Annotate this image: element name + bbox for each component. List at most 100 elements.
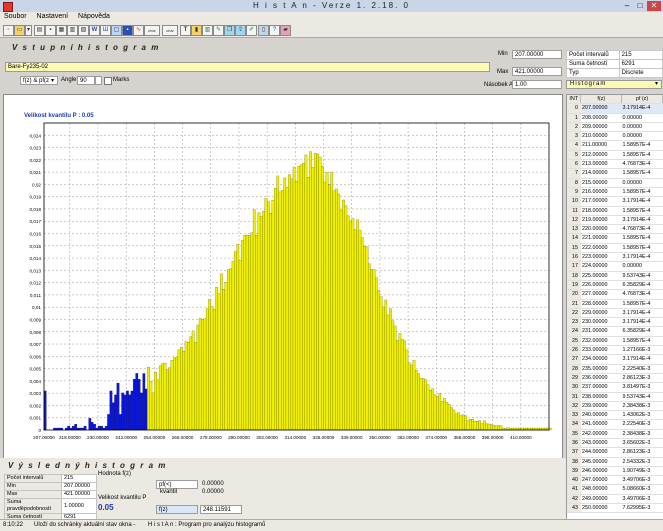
histogram-bar bbox=[236, 244, 240, 431]
menu-nastaveni[interactable]: Nastavení bbox=[33, 12, 73, 20]
eraser-icon[interactable]: ▰ bbox=[280, 25, 291, 36]
histogram-bar bbox=[424, 379, 428, 431]
y-tick-label: 0,015 bbox=[30, 244, 42, 249]
histogram-select[interactable]: Histogram ▾ bbox=[566, 80, 662, 89]
table-row[interactable]: 1 208.00000 0.00000 bbox=[567, 113, 663, 123]
w-icon[interactable]: W bbox=[89, 25, 100, 36]
table-row[interactable]: 34 241.00000 2.22540E-3 bbox=[567, 419, 663, 430]
chevron-down-icon[interactable]: ▾ bbox=[51, 77, 54, 84]
bar-chart-icon[interactable]: ▥ bbox=[67, 25, 78, 36]
table-row[interactable]: 23 230.00000 3.17914E-4 bbox=[567, 317, 663, 328]
table-row[interactable]: 36 243.00000 3.65602E-3 bbox=[567, 438, 663, 449]
bars-icon[interactable]: ▥ bbox=[202, 25, 213, 36]
table-row[interactable]: 6 213.00000 4.76873E-4 bbox=[567, 159, 663, 170]
nasobek-input[interactable]: 1.00 bbox=[512, 80, 562, 89]
histogram-bar bbox=[281, 190, 284, 431]
window-icon[interactable]: ▢ bbox=[111, 25, 122, 36]
angle-stepper[interactable] bbox=[95, 76, 102, 85]
table-row[interactable]: 22 229.00000 3.17914E-4 bbox=[567, 308, 663, 319]
table-row[interactable]: 24 231.00000 6.35829E-4 bbox=[567, 326, 663, 337]
fz-cell: 213.00000 bbox=[580, 159, 622, 170]
histogram-bar bbox=[316, 153, 319, 431]
table-row[interactable]: 2 209.00000 0.00000 bbox=[567, 122, 663, 133]
table-icon[interactable]: ▧ bbox=[78, 25, 89, 36]
table-row[interactable]: 9 216.00000 1.58957E-4 bbox=[567, 187, 663, 198]
kvantil-value[interactable]: 0.05 bbox=[98, 503, 114, 512]
table-row[interactable]: 35 242.00000 2.38438E-3 bbox=[567, 429, 663, 440]
text-icon[interactable]: T bbox=[180, 25, 191, 36]
table-row[interactable]: 43 250.00000 7.62995E-3 bbox=[567, 503, 663, 514]
table-row[interactable]: 4 211.00000 1.58957E-4 bbox=[567, 140, 663, 151]
copy-icon[interactable]: ❐ bbox=[224, 25, 235, 36]
char2-icon[interactable]: char bbox=[162, 25, 178, 36]
dropdown-icon[interactable]: ▾ bbox=[25, 25, 32, 36]
table-row[interactable]: 3 210.00000 0.00000 bbox=[567, 131, 663, 142]
table-row[interactable]: 19 226.00000 6.35829E-4 bbox=[567, 280, 663, 291]
histogram-bar bbox=[297, 166, 301, 431]
int-cell: 37 bbox=[567, 447, 581, 458]
table-row[interactable]: 25 232.00000 1.58957E-4 bbox=[567, 336, 663, 347]
curve-icon[interactable]: ∿ bbox=[133, 25, 144, 36]
col-fz-header: f(z) bbox=[580, 95, 623, 105]
table-row[interactable]: 38 245.00000 2.54332E-3 bbox=[567, 457, 663, 467]
frequency-icon[interactable]: Ш bbox=[100, 25, 111, 36]
table-row[interactable]: 18 225.00000 9.53743E-4 bbox=[567, 271, 663, 281]
histogram-bar bbox=[264, 198, 268, 431]
brush-icon[interactable]: ✎ bbox=[213, 25, 224, 36]
table-row[interactable]: 17 224.00000 0.00000 bbox=[567, 261, 663, 272]
table-row[interactable]: 28 235.00000 2.22540E-3 bbox=[567, 364, 663, 374]
paint-icon[interactable]: ✐ bbox=[246, 25, 257, 36]
chevron-down-icon[interactable]: ▾ bbox=[655, 81, 659, 88]
palette-icon[interactable]: ▮ bbox=[191, 25, 202, 36]
grid-icon[interactable]: ▦ bbox=[56, 25, 67, 36]
dataset-name-field[interactable]: Bare-Fy235-02 bbox=[5, 62, 490, 72]
table-row[interactable]: 14 221.00000 1.58957E-4 bbox=[567, 233, 663, 244]
table-row[interactable]: 39 246.00000 1.90749E-3 bbox=[567, 466, 663, 477]
table-row[interactable]: 5 212.00000 1.58957E-4 bbox=[567, 150, 663, 161]
marks-checkbox[interactable] bbox=[104, 77, 112, 85]
table-row[interactable]: 26 233.00000 1.27166E-3 bbox=[567, 345, 663, 356]
table-row[interactable]: 13 220.00000 4.76873E-4 bbox=[567, 224, 663, 235]
int-cell: 19 bbox=[567, 280, 581, 291]
table-row[interactable]: 7 214.00000 1.58957E-4 bbox=[567, 168, 663, 179]
save-disk-icon[interactable]: ▪ bbox=[122, 25, 133, 36]
table-row[interactable]: 16 223.00000 3.17914E-4 bbox=[567, 252, 663, 263]
table-row[interactable]: 8 215.00000 0.00000 bbox=[567, 178, 663, 188]
angle-input[interactable]: 90 bbox=[77, 76, 95, 85]
table-row[interactable]: 31 238.00000 9.53743E-4 bbox=[567, 392, 663, 402]
histogram-bar bbox=[485, 423, 489, 431]
table-row[interactable]: 27 234.00000 3.17914E-4 bbox=[567, 354, 663, 365]
table-row[interactable]: 33 240.00000 1.43062E-3 bbox=[567, 410, 663, 421]
book-icon[interactable]: ▯ bbox=[258, 25, 269, 36]
table-row[interactable]: 21 228.00000 1.58957E-4 bbox=[567, 299, 663, 309]
table-row[interactable]: 0 207.00000 3.17914E-4 bbox=[567, 103, 663, 114]
close-icon[interactable]: ✕ bbox=[647, 1, 661, 11]
table-row[interactable]: 12 219.00000 3.17914E-4 bbox=[567, 215, 663, 226]
new-file-icon[interactable]: ▫ bbox=[3, 25, 14, 36]
minimize-icon[interactable]: – bbox=[621, 1, 633, 11]
print-icon[interactable]: ▤ bbox=[34, 25, 45, 36]
table-row[interactable]: 42 249.00000 3.49706E-3 bbox=[567, 494, 663, 505]
menu-napoveda[interactable]: Nápověda bbox=[74, 12, 114, 20]
maximize-icon[interactable]: □ bbox=[634, 1, 646, 11]
table-row[interactable]: 40 247.00000 3.49706E-3 bbox=[567, 475, 663, 486]
char-icon[interactable]: char bbox=[144, 25, 160, 36]
pfz-cell: 1.58957E-4 bbox=[621, 168, 663, 179]
save-icon[interactable]: ▪ bbox=[45, 25, 56, 36]
menu-soubor[interactable]: Soubor bbox=[0, 12, 31, 20]
table-row[interactable]: 15 222.00000 1.58957E-4 bbox=[567, 243, 663, 254]
table-row[interactable]: 37 244.00000 2.86123E-3 bbox=[567, 447, 663, 458]
table-row[interactable]: 10 217.00000 3.17914E-4 bbox=[567, 196, 663, 207]
table-row[interactable]: 32 239.00000 2.38438E-3 bbox=[567, 401, 663, 412]
help-icon[interactable]: ? bbox=[269, 25, 280, 36]
table-row[interactable]: 41 248.00000 5.08660E-3 bbox=[567, 484, 663, 495]
int-cell: 25 bbox=[567, 336, 581, 347]
histogram-bar bbox=[250, 232, 254, 431]
table-row[interactable]: 20 227.00000 4.76873E-4 bbox=[567, 289, 663, 300]
table-row[interactable]: 29 236.00000 2.86123E-3 bbox=[567, 373, 663, 384]
export-icon[interactable]: ⇪ bbox=[235, 25, 246, 36]
table-row[interactable]: 30 237.00000 3.81497E-3 bbox=[567, 382, 663, 393]
table-row[interactable]: 11 218.00000 1.58957E-4 bbox=[567, 206, 663, 216]
open-file-icon[interactable]: ▭ bbox=[14, 25, 25, 36]
histogram-bar bbox=[464, 415, 467, 431]
